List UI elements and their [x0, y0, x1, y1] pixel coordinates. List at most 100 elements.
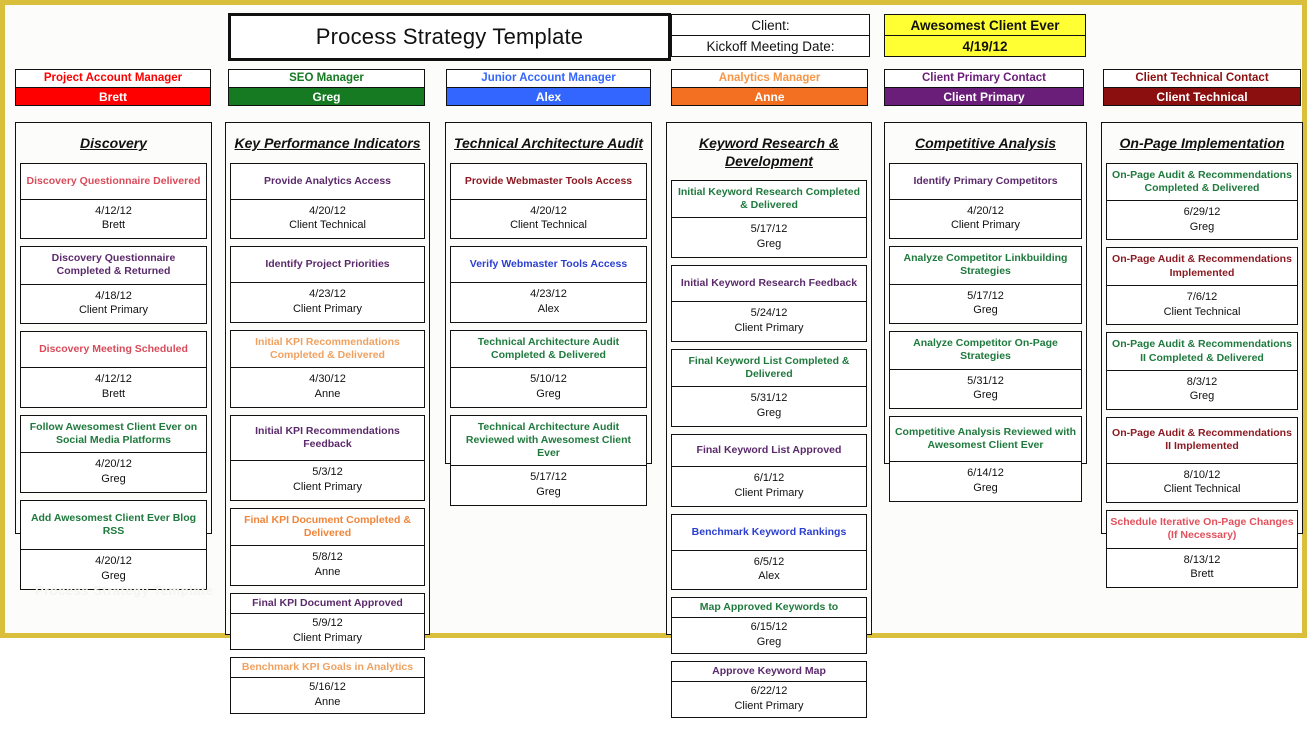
- task-card[interactable]: On-Page Audit & Recommendations Complete…: [1106, 162, 1298, 241]
- task-card[interactable]: Initial KPI Recommendations Feedback 5/3/…: [230, 415, 425, 501]
- task-card[interactable]: Discovery Meeting Scheduled 4/12/12 Brett: [20, 331, 207, 409]
- task-owner: Anne: [314, 388, 341, 401]
- client-value-box[interactable]: Awesomest Client Ever 4/19/12: [884, 14, 1086, 57]
- role-name[interactable]: Alex: [447, 87, 650, 105]
- task-date: 4/30/12: [309, 373, 346, 386]
- task-card[interactable]: Initial KPI Recommendations Completed & …: [230, 330, 425, 409]
- task-card[interactable]: Final KPI Document Completed & Delivered…: [230, 508, 425, 586]
- task-date: 4/23/12: [530, 288, 567, 301]
- task-date: 4/20/12: [530, 204, 567, 217]
- task-card[interactable]: Analyze Competitor On-Page Strategies 5/3…: [889, 331, 1082, 410]
- task-meta: 4/18/12 Client Primary: [21, 285, 206, 324]
- task-card[interactable]: Technical Architecture Audit Completed &…: [450, 330, 647, 409]
- task-card[interactable]: Initial Keyword Research Feedback 5/24/12…: [671, 264, 867, 342]
- task-card[interactable]: Provide Webmaster Tools Access 4/20/12 Cli…: [450, 162, 647, 240]
- role-chip-5[interactable]: Client Primary Contact Client Primary: [884, 69, 1084, 106]
- task-date: 6/22/12: [750, 685, 788, 698]
- task-title: Competitive Analysis Reviewed with Aweso…: [890, 417, 1081, 463]
- task-card[interactable]: Follow Awesomest Client Ever on Social M…: [20, 415, 207, 493]
- role-name[interactable]: Brett: [16, 87, 210, 105]
- task-title: Final KPI Document Completed & Delivered: [231, 509, 424, 547]
- task-card[interactable]: Benchmark KPI Goals in Analytics 5/16/12 A…: [230, 656, 425, 714]
- task-owner: Greg: [1189, 390, 1215, 403]
- task-owner: Greg: [1189, 220, 1215, 233]
- task-meta: 4/20/12 Client Technical: [231, 200, 424, 239]
- task-card[interactable]: Identify Primary Competitors 4/20/12 Clien…: [889, 162, 1082, 240]
- task-card[interactable]: On-Page Audit & Recommendations Implemen…: [1106, 247, 1298, 326]
- task-meta: 5/31/12 Greg: [890, 370, 1081, 409]
- task-card[interactable]: Discovery Questionnaire Completed & Retu…: [20, 246, 207, 325]
- task-meta: 5/8/12 Anne: [231, 546, 424, 585]
- task-title: Initial Keyword Research Feedback: [672, 266, 866, 303]
- role-chip-6[interactable]: Client Technical Contact Client Technical: [1103, 69, 1301, 106]
- phase-column-5: Competitive Analysis Identify Primary Com…: [884, 122, 1087, 503]
- task-card[interactable]: Schedule Iterative On-Page Changes (If N…: [1106, 510, 1298, 589]
- task-title: Identify Primary Competitors: [890, 164, 1081, 200]
- task-date: 6/1/12: [753, 471, 785, 484]
- role-title: Client Primary Contact: [922, 71, 1046, 84]
- role-chip-4[interactable]: Analytics Manager Anne: [671, 69, 868, 106]
- role-name[interactable]: Client Technical: [1104, 87, 1300, 105]
- task-title: Map Approved Keywords to: [672, 598, 866, 619]
- task-date: 6/29/12: [1183, 205, 1221, 218]
- task-card[interactable]: Analyze Competitor Linkbuilding Strategi…: [889, 246, 1082, 325]
- task-title: On-Page Audit & Recommendations II Compl…: [1107, 333, 1297, 371]
- task-card[interactable]: Benchmark Keyword Rankings 6/5/12 Alex: [671, 513, 867, 591]
- task-date: 4/12/12: [95, 204, 132, 217]
- task-date: 5/17/12: [530, 471, 567, 484]
- task-card[interactable]: On-Page Audit & Recommendations II Compl…: [1106, 332, 1298, 411]
- task-title: Final Keyword List Completed & Delivered: [672, 350, 866, 387]
- kickoff-date-value[interactable]: 4/19/12: [885, 36, 1085, 56]
- task-card[interactable]: Final Keyword List Completed & Delivered…: [671, 348, 867, 427]
- task-date: 8/3/12: [1186, 375, 1218, 388]
- task-card[interactable]: Final KPI Document Approved 5/9/12 Client …: [230, 592, 425, 650]
- task-title: Provide Webmaster Tools Access: [451, 164, 646, 200]
- task-meta: 6/14/12 Greg: [890, 462, 1081, 501]
- role-name[interactable]: Anne: [672, 87, 867, 105]
- task-card[interactable]: Technical Architecture Audit Reviewed wi…: [450, 415, 647, 507]
- phase-heading: Technical Architecture Audit: [453, 135, 644, 151]
- role-chip-1[interactable]: Project Account Manager Brett: [15, 69, 211, 106]
- task-owner: Greg: [101, 473, 126, 486]
- phase-heading: Keyword Research & Development: [698, 135, 840, 169]
- task-meta: 7/6/12 Client Technical: [1107, 286, 1297, 325]
- task-meta: 8/10/12 Client Technical: [1107, 464, 1297, 503]
- task-card[interactable]: Identify Project Priorities 4/23/12 Client…: [230, 246, 425, 324]
- task-card[interactable]: Verify Webmaster Tools Access 4/23/12 Alex: [450, 246, 647, 324]
- role-chip-2[interactable]: SEO Manager Greg: [228, 69, 425, 106]
- role-title: Client Technical Contact: [1135, 71, 1269, 84]
- task-meta: 6/1/12 Client Primary: [672, 467, 866, 506]
- task-meta: 5/9/12 Client Primary: [231, 614, 424, 649]
- task-owner: Client Primary: [292, 631, 363, 644]
- task-date: 5/31/12: [750, 392, 788, 404]
- task-meta: 6/22/12 Client Primary: [672, 682, 866, 717]
- task-owner: Client Primary: [950, 219, 1021, 232]
- task-owner: Greg: [101, 570, 126, 583]
- task-meta: 5/10/12 Greg: [451, 368, 646, 407]
- task-date: 4/18/12: [95, 289, 132, 302]
- task-title: Final Keyword List Approved: [672, 435, 866, 467]
- task-owner: Client Primary: [734, 321, 804, 334]
- client-name-value[interactable]: Awesomest Client Ever: [885, 15, 1085, 36]
- task-meta: 4/12/12 Brett: [21, 368, 206, 407]
- task-card[interactable]: Competitive Analysis Reviewed with Aweso…: [889, 416, 1082, 503]
- task-date: 8/13/12: [1183, 553, 1221, 566]
- task-card[interactable]: Approve Keyword Map 6/22/12 Client Primary: [671, 661, 867, 718]
- task-card[interactable]: Initial Keyword Research Completed & Del…: [671, 180, 867, 258]
- task-date: 5/16/12: [309, 680, 346, 693]
- task-card[interactable]: Map Approved Keywords to 6/15/12 Greg: [671, 597, 867, 655]
- role-chip-3[interactable]: Junior Account Manager Alex: [446, 69, 651, 106]
- task-card[interactable]: Provide Analytics Access 4/20/12 Client Te…: [230, 162, 425, 240]
- phase-heading: On-Page Implementation: [1119, 135, 1285, 151]
- task-card[interactable]: On-Page Audit & Recommendations II Imple…: [1106, 417, 1298, 504]
- role-name[interactable]: Client Primary: [885, 87, 1083, 105]
- client-label-box: Client: Kickoff Meeting Date:: [671, 14, 870, 57]
- task-date: 8/10/12: [1183, 468, 1221, 481]
- task-owner: Alex: [758, 570, 780, 583]
- task-owner: Greg: [973, 482, 998, 495]
- role-name[interactable]: Greg: [229, 87, 424, 105]
- task-card[interactable]: Discovery Questionnaire Delivered 4/12/12…: [20, 162, 207, 240]
- task-card[interactable]: Add Awesomest Client Ever Blog RSS 4/20/1…: [20, 500, 207, 590]
- task-card[interactable]: Final Keyword List Approved 6/1/12 Client …: [671, 433, 867, 507]
- task-date: 6/14/12: [967, 467, 1004, 480]
